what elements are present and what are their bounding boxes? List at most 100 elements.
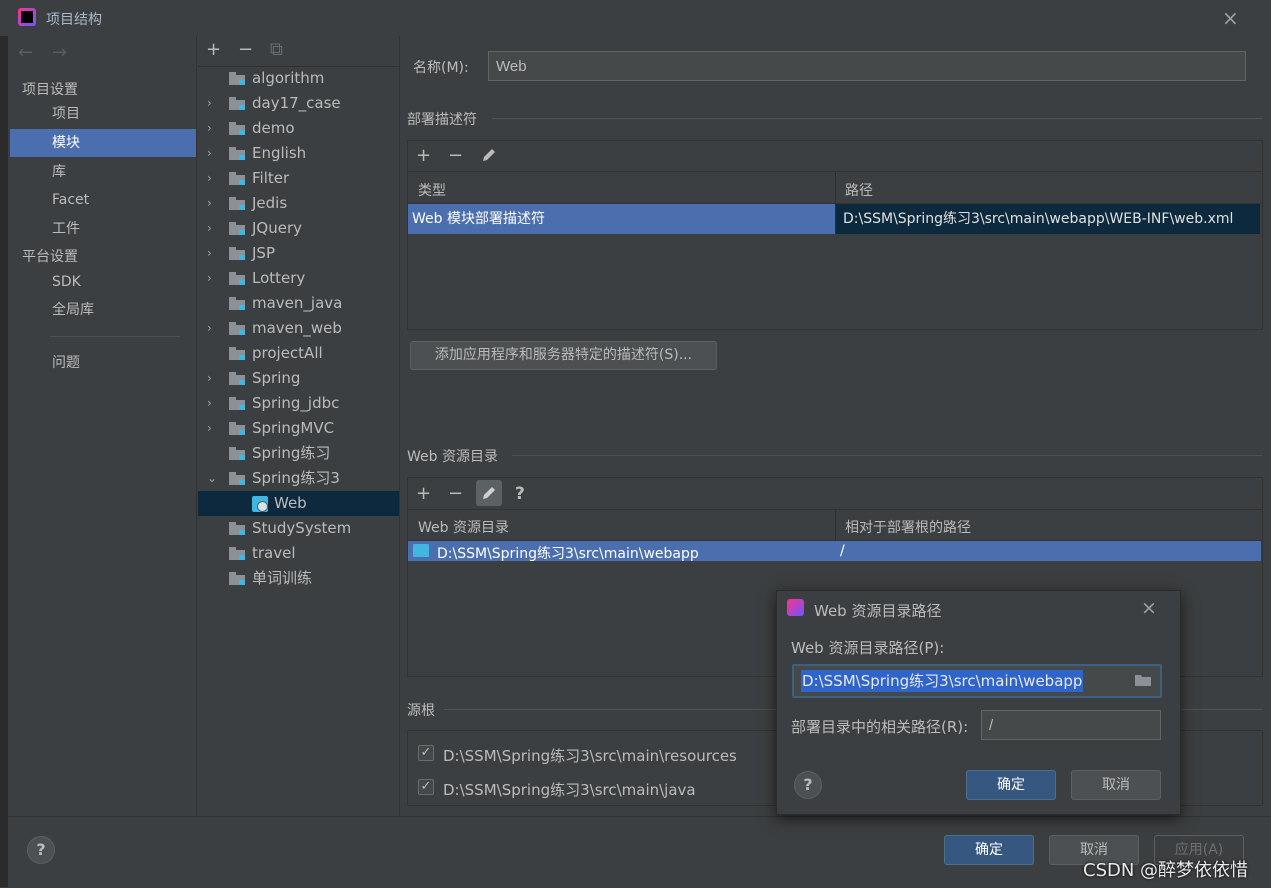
dialog-cancel-button[interactable]: 取消 bbox=[1071, 770, 1161, 800]
left-edge bbox=[0, 36, 8, 887]
ok-button[interactable]: 确定 bbox=[944, 835, 1034, 865]
web-facet-icon bbox=[252, 496, 268, 512]
nav-item-global-libraries[interactable]: 全局库 bbox=[10, 296, 196, 324]
module-badge-icon bbox=[239, 405, 245, 410]
module-badge-icon bbox=[239, 280, 245, 285]
chevron-right-icon[interactable]: › bbox=[207, 166, 212, 191]
tree-item[interactable]: › JQuery bbox=[198, 216, 399, 241]
nav-item-libraries[interactable]: 库 bbox=[10, 158, 196, 186]
web-res-row-path[interactable]: D:\SSM\Spring练习3\src\main\webapp bbox=[437, 543, 699, 563]
module-badge-icon bbox=[239, 230, 245, 235]
intellij-logo-icon bbox=[18, 8, 36, 26]
close-icon[interactable]: × bbox=[1222, 6, 1239, 30]
source-root-checkbox[interactable]: ✓ bbox=[418, 779, 434, 795]
tree-item[interactable]: › Filter bbox=[198, 166, 399, 191]
web-res-row-relpath[interactable]: / bbox=[840, 543, 845, 559]
chevron-right-icon[interactable]: › bbox=[207, 316, 212, 341]
nav-item-project[interactable]: 项目 bbox=[10, 100, 196, 128]
chevron-right-icon[interactable]: › bbox=[207, 241, 212, 266]
chevron-right-icon[interactable]: › bbox=[207, 141, 212, 166]
tree-item[interactable]: projectAll bbox=[198, 341, 399, 366]
tree-item-label: Spring bbox=[252, 369, 301, 387]
source-root-checkbox[interactable]: ✓ bbox=[418, 745, 434, 761]
nav-item-modules[interactable]: 模块 bbox=[10, 129, 196, 157]
module-badge-icon bbox=[239, 180, 245, 185]
source-root-java: D:\SSM\Spring练习3\src\main\java bbox=[443, 781, 696, 799]
browse-folder-icon[interactable] bbox=[1135, 674, 1153, 687]
tree-item[interactable]: › SpringMVC bbox=[198, 416, 399, 441]
tree-item[interactable]: › demo bbox=[198, 116, 399, 141]
back-arrow-icon[interactable]: ← bbox=[18, 42, 33, 63]
tree-item[interactable]: Web bbox=[198, 491, 399, 516]
chevron-right-icon[interactable]: › bbox=[207, 191, 212, 216]
module-folder-icon bbox=[229, 372, 245, 385]
copy-icon[interactable]: ⧉ bbox=[270, 39, 283, 60]
help-button[interactable]: ? bbox=[27, 836, 55, 864]
remove-icon[interactable]: − bbox=[448, 483, 463, 504]
dialog-path-label: Web 资源目录路径(P): bbox=[791, 639, 945, 657]
remove-icon[interactable]: − bbox=[238, 39, 253, 60]
tree-item[interactable]: travel bbox=[198, 541, 399, 566]
tree-item[interactable]: › Jedis bbox=[198, 191, 399, 216]
tree-item[interactable]: › Lottery bbox=[198, 266, 399, 291]
module-badge-icon bbox=[239, 455, 245, 460]
nav-item-facet[interactable]: Facet bbox=[10, 186, 196, 214]
tree-item[interactable]: 单词训练 bbox=[198, 566, 399, 591]
deploy-row-path[interactable]: D:\SSM\Spring练习3\src\main\webapp\WEB-INF… bbox=[836, 204, 1260, 234]
remove-icon[interactable]: − bbox=[448, 145, 463, 166]
title-bar bbox=[0, 0, 1271, 36]
column-relative-path[interactable]: 相对于部署根的路径 bbox=[845, 517, 971, 537]
nav-item-artifacts[interactable]: 工件 bbox=[10, 215, 196, 243]
tree-item[interactable]: › English bbox=[198, 141, 399, 166]
module-folder-icon bbox=[229, 72, 245, 85]
chevron-right-icon[interactable]: › bbox=[207, 216, 212, 241]
add-icon[interactable]: + bbox=[416, 483, 431, 504]
module-badge-icon bbox=[239, 255, 245, 260]
chevron-right-icon[interactable]: › bbox=[207, 116, 212, 141]
tree-item[interactable]: › JSP bbox=[198, 241, 399, 266]
nav-item-problems[interactable]: 问题 bbox=[10, 349, 196, 377]
nav-item-sdk[interactable]: SDK bbox=[10, 268, 196, 296]
chevron-right-icon[interactable]: › bbox=[207, 391, 212, 416]
dialog-help-button[interactable]: ? bbox=[794, 771, 822, 799]
tree-item-label: Web bbox=[274, 494, 307, 512]
tree-item[interactable]: ⌄ Spring练习3 bbox=[198, 466, 399, 491]
dialog-ok-button[interactable]: 确定 bbox=[966, 770, 1056, 800]
column-type[interactable]: 类型 bbox=[418, 180, 446, 200]
tree-item[interactable]: › day17_case bbox=[198, 91, 399, 116]
deploy-descriptors-panel bbox=[407, 140, 1263, 330]
tree-item-label: Spring_jdbc bbox=[252, 394, 340, 412]
tree-item-label: English bbox=[252, 144, 307, 162]
tree-item[interactable]: › Spring bbox=[198, 366, 399, 391]
tree-item[interactable]: › maven_web bbox=[198, 316, 399, 341]
chevron-right-icon[interactable]: › bbox=[207, 416, 212, 441]
add-descriptor-button[interactable]: 添加应用程序和服务器特定的描述符(S)... bbox=[410, 341, 717, 370]
chevron-right-icon[interactable]: › bbox=[207, 91, 212, 116]
tree-item[interactable]: › Spring_jdbc bbox=[198, 391, 399, 416]
module-folder-icon bbox=[229, 572, 245, 585]
tree-item[interactable]: algorithm bbox=[198, 66, 399, 91]
tree-item-label: 单词训练 bbox=[252, 569, 313, 587]
name-field[interactable] bbox=[488, 51, 1246, 81]
dialog-close-icon[interactable]: × bbox=[1141, 597, 1157, 619]
help-icon[interactable]: ? bbox=[515, 484, 525, 504]
forward-arrow-icon[interactable]: → bbox=[52, 42, 67, 63]
module-folder-icon bbox=[229, 272, 245, 285]
edit-pencil-icon[interactable] bbox=[480, 146, 498, 168]
chevron-right-icon[interactable]: › bbox=[207, 366, 212, 391]
add-icon[interactable]: + bbox=[206, 39, 221, 60]
add-icon[interactable]: + bbox=[416, 145, 431, 166]
module-folder-icon bbox=[229, 197, 245, 210]
edit-pencil-icon[interactable] bbox=[476, 480, 502, 506]
tree-item[interactable]: Spring练习 bbox=[198, 441, 399, 466]
dialog-path-value[interactable]: D:\SSM\Spring练习3\src\main\webapp bbox=[801, 670, 1084, 692]
deploy-row-type[interactable]: Web 模块部署描述符 bbox=[408, 204, 835, 234]
column-web-resource-dir[interactable]: Web 资源目录 bbox=[418, 517, 509, 537]
chevron-down-icon[interactable]: ⌄ bbox=[207, 466, 217, 491]
column-path[interactable]: 路径 bbox=[845, 180, 873, 200]
nav-section-platform: 平台设置 bbox=[22, 249, 78, 265]
tree-item[interactable]: StudySystem bbox=[198, 516, 399, 541]
dialog-rel-field[interactable] bbox=[981, 710, 1161, 740]
chevron-right-icon[interactable]: › bbox=[207, 266, 212, 291]
tree-item[interactable]: maven_java bbox=[198, 291, 399, 316]
